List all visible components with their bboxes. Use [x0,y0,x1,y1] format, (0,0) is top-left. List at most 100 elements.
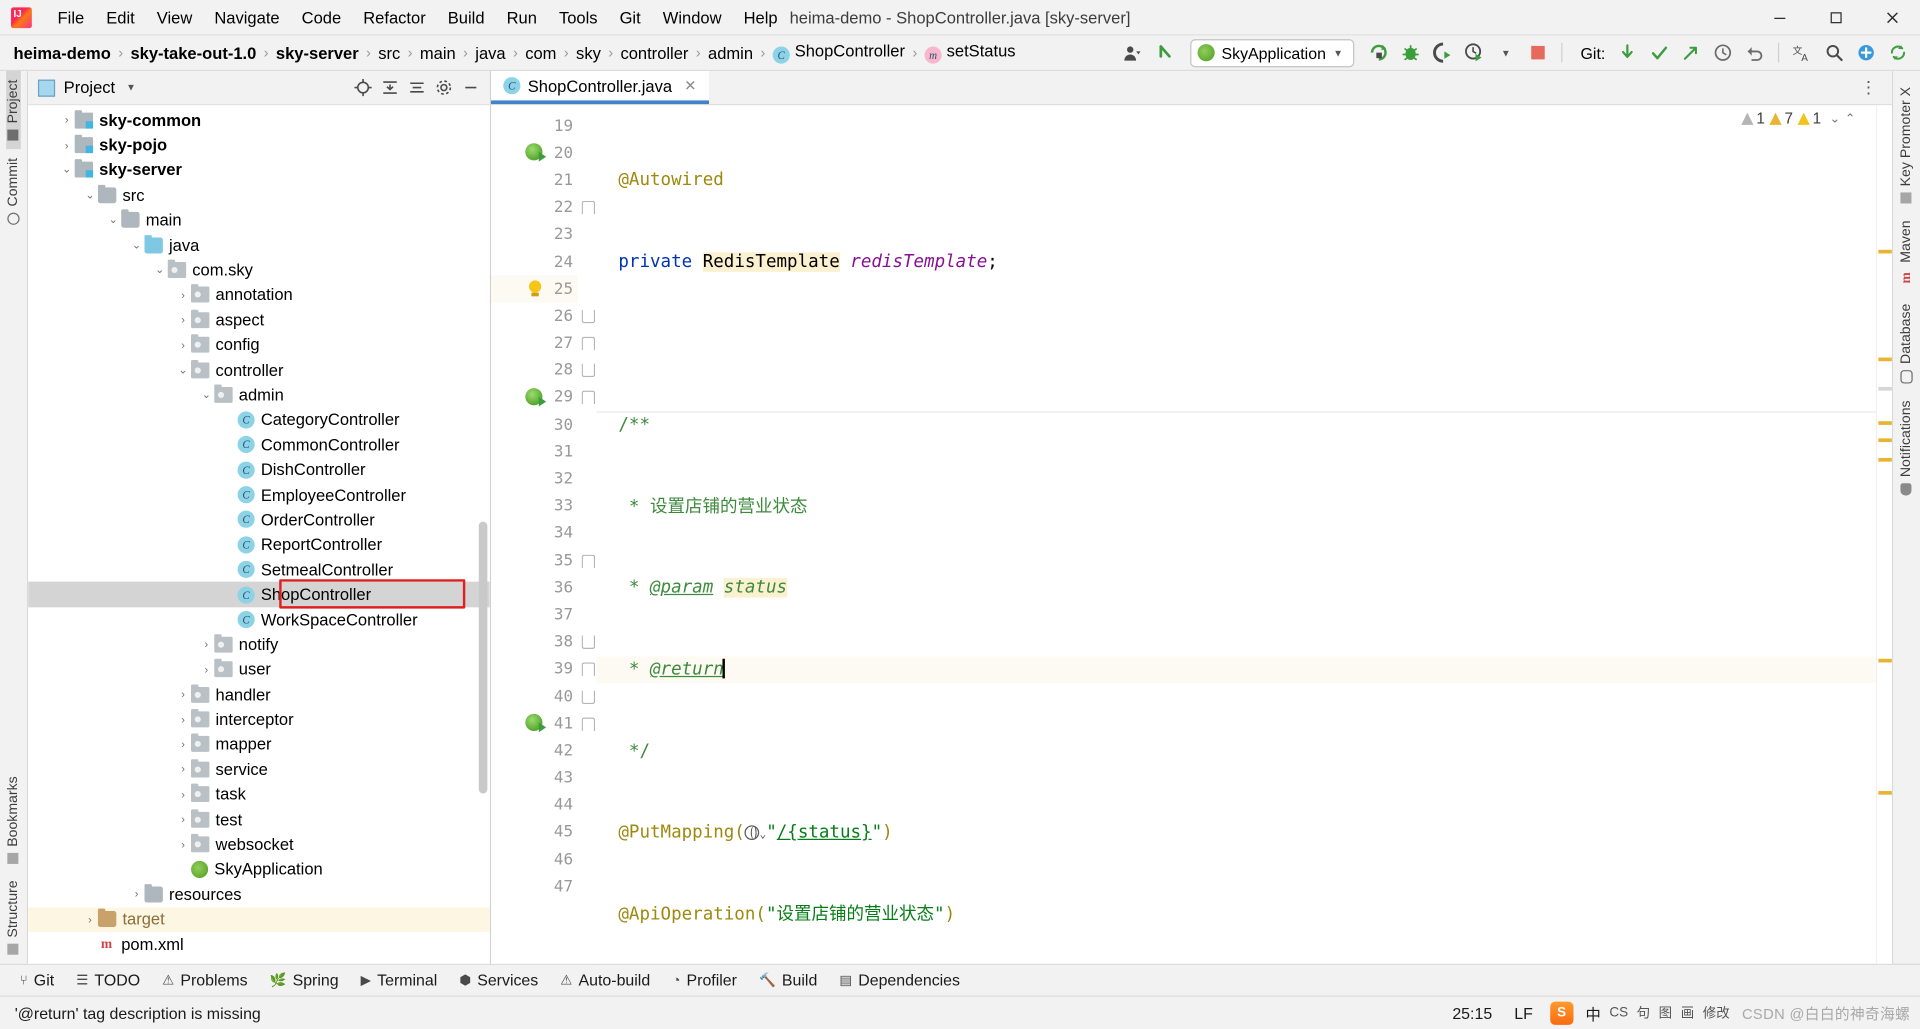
menu-navigate[interactable]: Navigate [203,4,290,30]
line-number-35[interactable]: 35 [491,547,578,574]
tree-item-shopcontroller[interactable]: C ShopController [28,582,490,608]
line-number-41[interactable]: 41 [491,710,578,737]
tree-item-skyapplication[interactable]: SkyApplication [28,857,490,882]
line-number-19[interactable]: 19 [491,113,578,140]
tool-window-button-git[interactable]: ⑂ Git [10,969,64,992]
tree-item-reportcontroller[interactable]: C ReportController [28,532,490,557]
run-icon[interactable] [1364,39,1393,66]
tree-item-controller[interactable]: ⌄ controller [28,357,490,382]
tree-item-sky-pojo[interactable]: › sky-pojo [28,133,490,158]
spring-bean-gutter-icon[interactable] [525,143,547,162]
line-number-42[interactable]: 42 [491,738,578,765]
settings-gear-icon[interactable] [430,75,457,99]
line-number-30[interactable]: 30 [491,412,578,439]
line-number-25[interactable]: 25 [491,275,578,303]
chevron-right-icon[interactable]: › [175,813,191,825]
chevron-right-icon[interactable]: › [198,663,214,675]
profiler-icon[interactable] [1459,39,1488,66]
chevron-right-icon[interactable]: › [59,139,75,151]
debug-icon[interactable] [1396,39,1425,66]
tree-item-sky-common[interactable]: › sky-common [28,108,490,133]
breadcrumb-item-controller[interactable]: controller [617,42,692,63]
breadcrumb-item-java[interactable]: java [472,42,510,63]
expand-all-icon[interactable] [376,75,403,99]
profiler-dropdown-icon[interactable]: ▼ [1491,39,1520,66]
line-number-20[interactable]: 20 [491,140,578,167]
tool-window-button-problems[interactable]: ⚠ Problems [152,969,257,992]
chevron-right-icon[interactable]: › [175,314,191,326]
chevron-right-icon[interactable]: › [175,688,191,700]
code-fold-toggle[interactable] [579,547,596,574]
menu-build[interactable]: Build [437,4,496,30]
ime-item-ju[interactable]: 句 [1637,1003,1650,1023]
line-number-45[interactable]: 45 [491,819,578,846]
ime-item-tu[interactable]: 图 [1659,1003,1672,1023]
tree-item-service[interactable]: › service [28,757,490,782]
line-number-39[interactable]: 39 [491,656,578,683]
chevron-down-icon[interactable]: ⌄ [129,238,145,251]
hide-icon[interactable] [457,75,484,99]
breadcrumb-item-sky[interactable]: sky [572,42,604,63]
weak-warning-count[interactable]: 1 [1797,110,1821,127]
stop-icon[interactable] [1523,39,1552,66]
tree-item-websocket[interactable]: › websocket [28,832,490,857]
chevron-right-icon[interactable]: › [82,913,98,925]
sogou-ime-icon[interactable]: S [1549,1001,1574,1025]
tree-item-pom-xml[interactable]: m pom.xml [28,932,490,957]
breadcrumb[interactable]: heima-demo › sky-take-out-1.0 › sky-server › s… [10,40,1019,64]
line-separator[interactable]: LF [1509,1002,1537,1023]
chevron-up-icon[interactable]: ⌃ [1845,112,1855,125]
stripe-warning-mark[interactable] [1878,438,1892,442]
chevron-right-icon[interactable]: › [175,289,191,301]
tree-item-src[interactable]: ⌄ src [28,183,490,208]
tree-item-interceptor[interactable]: › interceptor [28,707,490,732]
breadcrumb-item-admin[interactable]: admin [704,42,756,63]
intention-bulb-icon[interactable] [528,280,543,298]
chevron-right-icon[interactable]: › [175,713,191,725]
menu-view[interactable]: View [146,4,204,30]
warning-count[interactable]: 7 [1769,110,1793,127]
menu-git[interactable]: Git [609,4,652,30]
tool-window-button-profiler[interactable]: ◔ Profiler [662,969,746,992]
tree-item-sky-server[interactable]: ⌄ sky-server [28,158,490,183]
line-number-38[interactable]: 38 [491,629,578,656]
menu-refactor[interactable]: Refactor [352,4,437,30]
minimize-button[interactable] [1751,0,1807,35]
editor-fold-column[interactable] [579,105,597,964]
line-number-46[interactable]: 46 [491,846,578,873]
chevron-right-icon[interactable]: › [59,114,75,126]
error-stripe[interactable] [1875,105,1892,964]
line-number-21[interactable]: 21 [491,167,578,194]
code-fold-toggle[interactable] [579,629,596,656]
menu-file[interactable]: File [47,4,96,30]
run-with-coverage-icon[interactable] [1427,39,1456,66]
tree-item-ordercontroller[interactable]: C OrderController [28,507,490,532]
spring-mapping-gutter-icon[interactable] [525,714,547,733]
code-fold-toggle[interactable] [579,710,596,737]
tool-window-button-services[interactable]: ⬢ Services [450,969,549,992]
tool-button-structure[interactable]: Structure [6,872,21,963]
chevron-down-icon[interactable]: ⌄ [1830,112,1840,125]
chevron-right-icon[interactable]: › [175,788,191,800]
menu-tools[interactable]: Tools [548,4,609,30]
line-number-43[interactable]: 43 [491,765,578,792]
line-number-24[interactable]: 24 [491,248,578,275]
tree-item-mapper[interactable]: › mapper [28,732,490,757]
tree-item-aspect[interactable]: › aspect [28,308,490,333]
tree-item-target[interactable]: › target [28,906,490,932]
breadcrumb-item-sky-server[interactable]: sky-server [272,42,362,63]
tree-item-admin[interactable]: ⌄ admin [28,382,490,407]
tree-item-user[interactable]: › user [28,657,490,682]
run-configuration-selector[interactable]: SkyApplication ▼ [1189,38,1355,67]
chevron-down-icon[interactable]: ⌄ [59,163,75,176]
stripe-warning-mark[interactable] [1878,421,1892,425]
code-fold-toggle[interactable] [579,194,596,221]
back-arrow-icon[interactable] [1150,39,1179,66]
line-number-40[interactable]: 40 [491,683,578,710]
code-content[interactable]: @Autowired private RedisTemplate redisTe… [596,105,1876,963]
code-fold-toggle[interactable] [579,357,596,384]
error-count[interactable]: 1 [1741,110,1765,127]
line-number-27[interactable]: 27 [491,330,578,357]
chevron-right-icon[interactable]: › [175,738,191,750]
code-fold-toggle[interactable] [579,656,596,683]
